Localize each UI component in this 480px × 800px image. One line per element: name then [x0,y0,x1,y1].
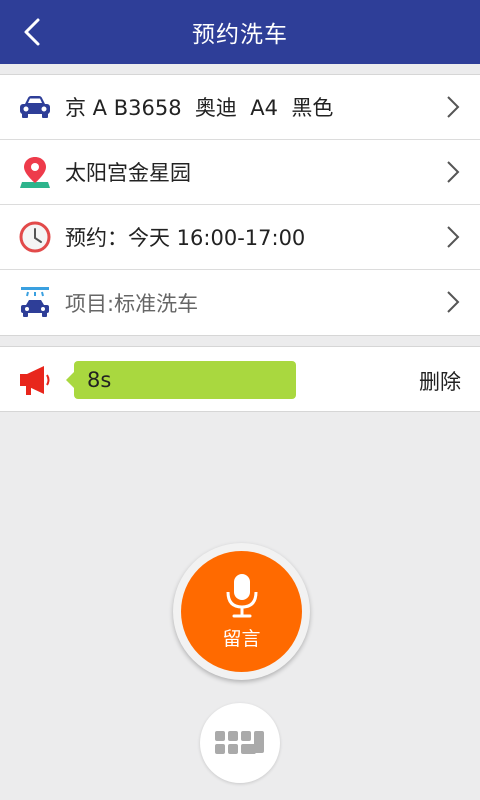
vehicle-row[interactable]: 京 A B3658 奥迪 A4 黑色 [0,75,480,140]
voice-message-bubble[interactable]: 8s [66,361,296,399]
car-wash-icon [18,286,52,320]
record-button-ring: 留言 [173,543,310,680]
delete-button[interactable]: 删除 [419,366,461,396]
page-title: 预约洗车 [192,22,288,48]
location-label: 太阳宫金星园 [65,161,191,185]
megaphone-icon [20,366,50,395]
chevron-right-icon [447,96,460,118]
appointment-time-label: 预约：今天 16:00-17:00 [65,226,306,250]
microphone-icon [226,574,257,618]
vehicle-label: 京 A B3658 奥迪 A4 黑色 [65,96,334,120]
chevron-right-icon [447,161,460,183]
chevron-left-icon [24,18,40,46]
top-bar: 预约洗车 [0,0,480,64]
car-icon [18,90,52,124]
clock-icon [18,220,52,254]
voice-message-row: 8s 删除 [0,346,480,412]
voice-duration: 8s [87,368,112,392]
chevron-right-icon [447,226,460,248]
appointment-time-row[interactable]: 预约：今天 16:00-17:00 [0,205,480,270]
keyboard-toggle-button[interactable] [200,703,280,783]
back-button[interactable] [14,14,50,50]
chevron-right-icon [447,291,460,313]
record-button-label: 留言 [222,628,261,650]
service-label: 项目:标准洗车 [65,291,199,316]
keyboard-icon [215,731,264,754]
location-pin-icon [18,155,52,189]
booking-details-list: 京 A B3658 奥迪 A4 黑色 太阳宫金星园 预约：今天 16:00-17… [0,74,480,336]
service-row[interactable]: 项目:标准洗车 [0,270,480,335]
record-button[interactable]: 留言 [181,551,302,672]
location-row[interactable]: 太阳宫金星园 [0,140,480,205]
